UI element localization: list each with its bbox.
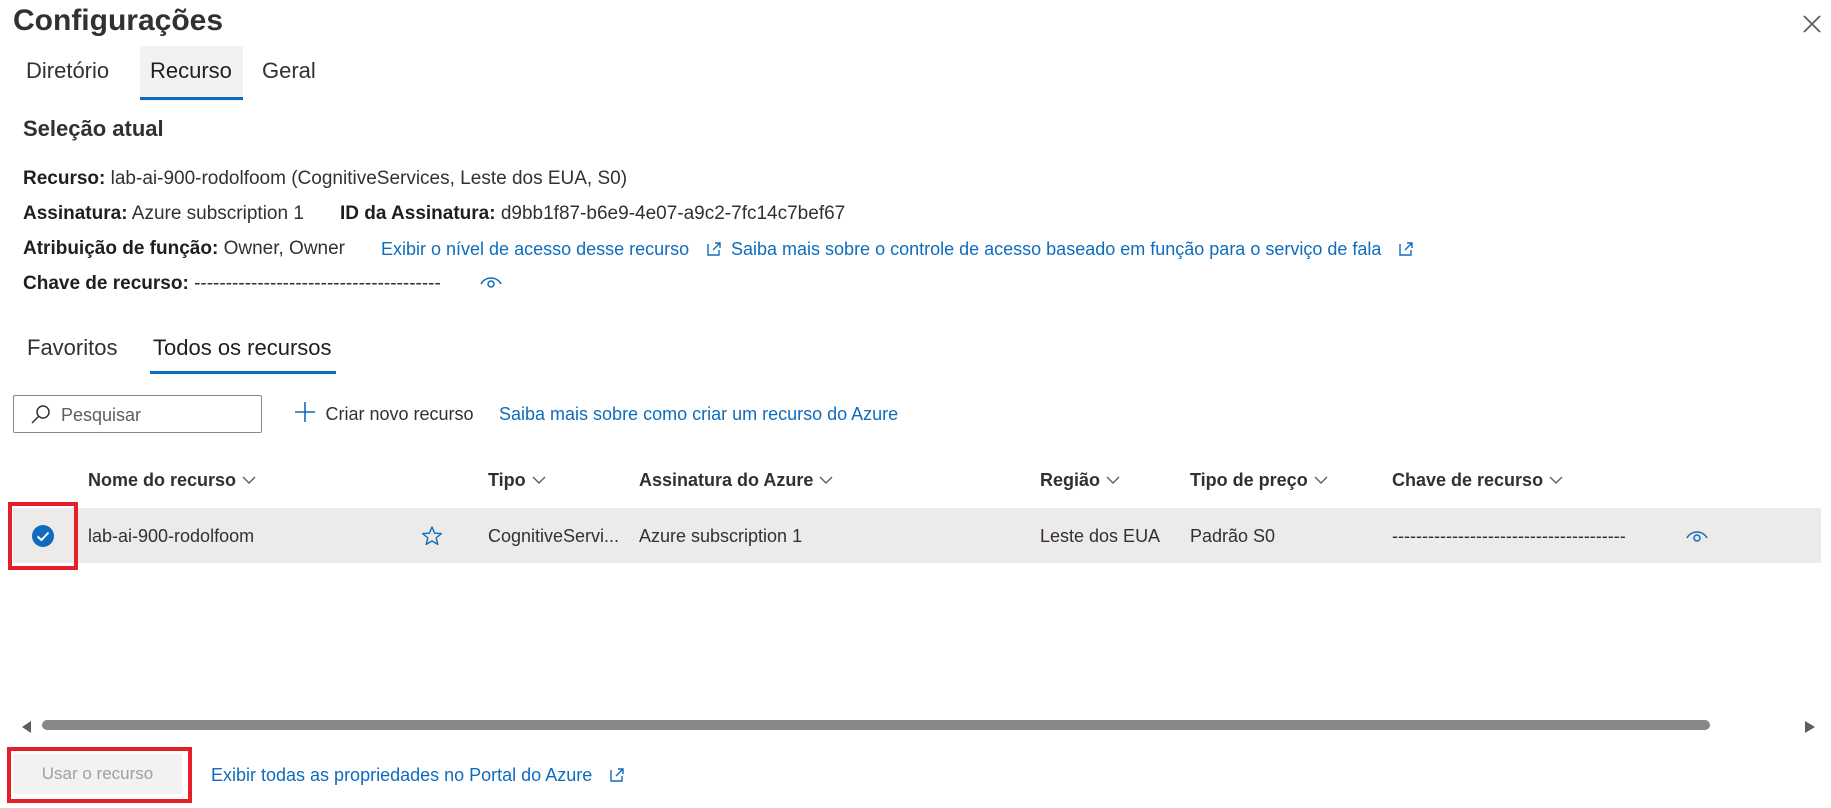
search-box (13, 395, 262, 433)
tab-recurso[interactable]: Recurso (150, 58, 232, 84)
column-header-key[interactable]: Chave de recurso (1392, 470, 1563, 491)
row-subscription: Azure subscription 1 (639, 526, 803, 546)
key-info: Chave de recurso: ----------------------… (23, 273, 441, 295)
scroll-right-arrow-icon[interactable] (1805, 720, 1815, 738)
resource-label: Recurso: (23, 168, 106, 189)
section-title-current-selection: Seleção atual (23, 116, 164, 141)
column-header-type-label: Tipo (488, 470, 526, 490)
column-header-key-label: Chave de recurso (1392, 470, 1544, 490)
subscription-id-info: ID da Assinatura: d9bb1f87-b6e9-4e07-a9c… (340, 203, 845, 225)
portal-properties-link[interactable]: Exibir todas as propriedades no Portal d… (211, 765, 625, 786)
tab-todos-os-recursos[interactable]: Todos os recursos (153, 335, 332, 361)
role-value: Owner, Owner (223, 238, 346, 259)
horizontal-scrollbar-thumb[interactable] (42, 720, 1710, 730)
column-header-subscription-label: Assinatura do Azure (639, 470, 814, 490)
subscription-id-label: ID da Assinatura: (340, 203, 496, 224)
column-header-type[interactable]: Tipo (488, 470, 546, 491)
column-header-pricing[interactable]: Tipo de preço (1190, 470, 1328, 491)
row-show-key-eye-icon[interactable] (1686, 528, 1708, 549)
chevron-down-icon (242, 476, 256, 484)
row-resource-type: CognitiveServi... (488, 526, 620, 546)
tab-diretorio[interactable]: Diretório (26, 58, 109, 84)
show-key-eye-icon[interactable] (480, 274, 502, 295)
portal-properties-link-text: Exibir todas as propriedades no Portal d… (211, 765, 593, 785)
subscription-label: Assinatura: (23, 203, 128, 224)
chevron-down-icon (532, 476, 546, 484)
column-header-region-label: Região (1040, 470, 1101, 490)
row-pricing: Padrão S0 (1190, 526, 1276, 546)
row-resource-name: lab-ai-900-rodolfoom (88, 526, 255, 546)
row-region: Leste dos EUA (1040, 526, 1161, 546)
close-icon[interactable] (1798, 10, 1826, 38)
plus-icon (295, 402, 315, 422)
scroll-left-arrow-icon[interactable] (22, 720, 32, 738)
external-link-icon (707, 242, 721, 256)
column-header-name-label: Nome do recurso (88, 470, 237, 490)
subscription-id-value: d9bb1f87-b6e9-4e07-a9c2-7fc14c7bef67 (500, 203, 846, 224)
dialog-title: Configurações (13, 4, 224, 37)
learn-create-resource-link[interactable]: Saiba mais sobre como criar um recurso d… (499, 404, 898, 425)
resource-info: Recurso: lab-ai-900-rodolfoom (Cognitive… (23, 168, 627, 190)
tab-geral[interactable]: Geral (262, 58, 316, 84)
create-resource-button[interactable]: Criar novo recurso (293, 400, 474, 425)
highlight-box-checkbox (8, 502, 78, 570)
access-level-link-text: Exibir o nível de acesso desse recurso (381, 239, 690, 259)
column-header-subscription[interactable]: Assinatura do Azure (639, 470, 833, 491)
highlight-box-use-button (7, 747, 192, 803)
chevron-down-icon (1314, 476, 1328, 484)
search-input[interactable] (59, 402, 258, 428)
create-resource-label: Criar novo recurso (325, 404, 474, 424)
key-label: Chave de recurso: (23, 273, 189, 294)
column-header-region[interactable]: Região (1040, 470, 1120, 491)
key-value: --------------------------------------- (194, 273, 441, 294)
chevron-down-icon (1106, 476, 1120, 484)
access-level-link[interactable]: Exibir o nível de acesso desse recurso (381, 239, 722, 260)
tab-favoritos[interactable]: Favoritos (27, 335, 117, 361)
role-info: Atribuição de função: Owner, Owner (23, 238, 345, 260)
search-icon (31, 405, 50, 424)
column-header-pricing-label: Tipo de preço (1190, 470, 1308, 490)
resource-value: lab-ai-900-rodolfoom (CognitiveServices,… (110, 168, 628, 189)
favorite-star-icon[interactable] (421, 525, 443, 552)
external-link-icon (610, 768, 624, 782)
column-header-name[interactable]: Nome do recurso (88, 470, 256, 491)
rbac-link[interactable]: Saiba mais sobre o controle de acesso ba… (731, 239, 1414, 260)
chevron-down-icon (1549, 476, 1563, 484)
chevron-down-icon (819, 476, 833, 484)
rbac-link-text: Saiba mais sobre o controle de acesso ba… (731, 239, 1382, 259)
subscription-value: Azure subscription 1 (131, 203, 304, 224)
tab-recurso-underline (140, 97, 243, 100)
external-link-icon (1399, 242, 1414, 256)
tab-todos-underline (150, 371, 336, 374)
subscription-info: Assinatura: Azure subscription 1 (23, 203, 304, 225)
role-label: Atribuição de função: (23, 238, 219, 259)
row-key: --------------------------------------- (1392, 526, 1626, 546)
